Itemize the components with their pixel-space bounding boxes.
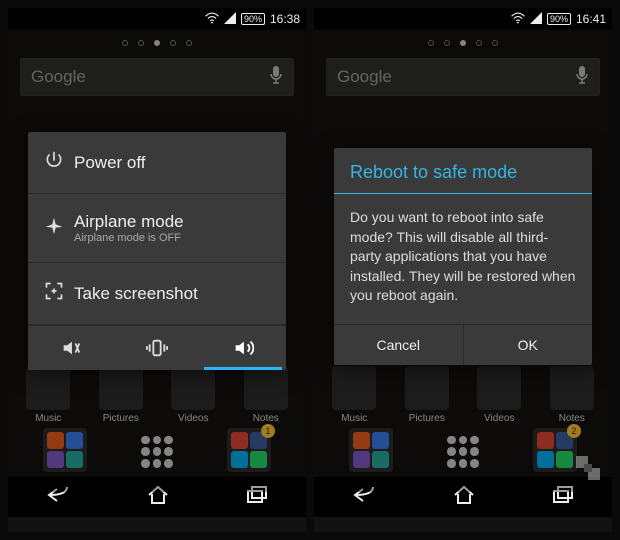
power-icon — [44, 150, 74, 175]
status-bar: 90% 16:41 — [314, 8, 612, 30]
clock: 16:38 — [270, 12, 300, 26]
phone-right: 90% 16:41 Google Reboot to safe mode Do … — [314, 8, 612, 532]
power-off-label: Power off — [74, 153, 146, 173]
airplane-sublabel: Airplane mode is OFF — [74, 232, 184, 244]
power-menu: Power off Airplane mode Airplane mode is… — [28, 132, 286, 370]
watermark-icon — [570, 450, 606, 486]
ringer-vibrate-button[interactable] — [114, 326, 200, 370]
wifi-icon — [511, 12, 525, 27]
airplane-icon — [44, 216, 74, 241]
ringer-silent-button[interactable] — [28, 326, 114, 370]
dialog-body: Do you want to reboot into safe mode? Th… — [334, 194, 592, 324]
dialog-title: Reboot to safe mode — [334, 148, 592, 194]
clock: 16:41 — [576, 12, 606, 26]
cancel-button[interactable]: Cancel — [334, 325, 464, 365]
screenshot-icon — [44, 281, 74, 306]
wifi-icon — [205, 12, 219, 27]
battery-icon: 90% — [241, 13, 265, 25]
screenshot-label: Take screenshot — [74, 284, 198, 304]
signal-icon — [530, 12, 542, 27]
battery-icon: 90% — [547, 13, 571, 25]
airplane-label: Airplane mode — [74, 212, 184, 232]
take-screenshot-item[interactable]: Take screenshot — [28, 263, 286, 325]
airplane-mode-item[interactable]: Airplane mode Airplane mode is OFF — [28, 194, 286, 263]
ringer-sound-button[interactable] — [200, 326, 286, 370]
power-off-item[interactable]: Power off — [28, 132, 286, 194]
ok-button[interactable]: OK — [464, 325, 593, 365]
safe-mode-dialog: Reboot to safe mode Do you want to reboo… — [334, 148, 592, 365]
signal-icon — [224, 12, 236, 27]
status-bar: 90% 16:38 — [8, 8, 306, 30]
phone-left: 90% 16:38 Google Power off Airplane mode… — [8, 8, 306, 532]
